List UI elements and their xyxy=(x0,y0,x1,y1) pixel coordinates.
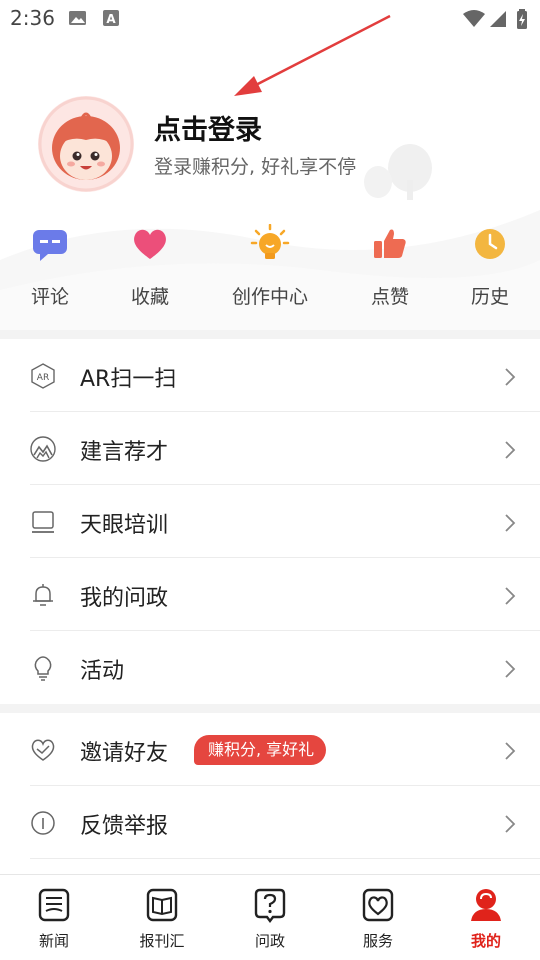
chevron-right-icon xyxy=(505,441,516,459)
svg-text:A: A xyxy=(106,12,116,26)
laptop-icon xyxy=(32,511,54,533)
quick-action-label: 点赞 xyxy=(370,286,409,308)
book-icon xyxy=(146,888,178,922)
quick-action-label: 创作中心 xyxy=(231,286,308,308)
service-heart-icon xyxy=(362,888,394,922)
a-icon: A xyxy=(103,10,119,26)
bulb-outline-icon xyxy=(34,656,52,681)
nav-item-inquiry[interactable]: 问政 xyxy=(216,875,324,960)
chevron-right-icon xyxy=(505,587,516,605)
menu-item-label: 建言荐才 xyxy=(80,440,169,465)
signal-icon xyxy=(490,11,506,27)
nav-item-news[interactable]: 新闻 xyxy=(0,875,108,960)
thumbs-up-icon xyxy=(374,229,406,258)
news-icon xyxy=(38,888,70,922)
quick-actions: 评论 收藏 创作中心 点赞 历史 xyxy=(0,222,540,314)
quick-action-label: 历史 xyxy=(470,286,509,308)
nav-item-newspaper[interactable]: 报刊汇 xyxy=(108,875,216,960)
comment-icon xyxy=(33,230,67,261)
section-divider xyxy=(0,330,540,339)
info-icon xyxy=(31,811,55,835)
login-title[interactable]: 点击登录 xyxy=(154,108,262,147)
clock-icon xyxy=(475,229,505,259)
image-icon xyxy=(69,11,86,25)
quick-action-label: 收藏 xyxy=(130,286,169,308)
chevron-right-icon xyxy=(505,660,516,678)
chevron-right-icon xyxy=(505,514,516,532)
nav-label: 服务 xyxy=(362,932,393,950)
battery-icon xyxy=(517,9,527,29)
avatar[interactable] xyxy=(38,96,134,192)
question-icon xyxy=(254,888,286,923)
quick-action-like[interactable]: 点赞 xyxy=(340,222,440,314)
nav-label: 问政 xyxy=(254,932,285,950)
lightbulb-icon xyxy=(250,224,290,259)
menu-item-my-inquiry[interactable]: 我的问政 xyxy=(0,558,540,631)
menu-item-suggestion[interactable]: 建言荐才 xyxy=(0,412,540,485)
menu-item-label: 我的问政 xyxy=(80,586,169,611)
invite-badge: 赚积分, 享好礼 xyxy=(194,735,327,765)
menu-item-label: AR扫一扫 xyxy=(80,367,177,392)
menu-item-label: 反馈举报 xyxy=(80,814,169,839)
row-divider xyxy=(30,858,540,859)
menu-item-invite-friends[interactable]: 邀请好友 赚积分, 享好礼 xyxy=(0,713,540,786)
menu-item-feedback[interactable]: 反馈举报 xyxy=(0,786,540,859)
bottom-nav: 新闻 报刊汇 问政 服务 我的 xyxy=(0,874,540,960)
menu-item-label: 活动 xyxy=(80,659,125,684)
chevron-right-icon xyxy=(505,742,516,760)
menu-item-training[interactable]: 天眼培训 xyxy=(0,485,540,558)
status-time: 2:36 xyxy=(10,6,55,30)
quick-action-label: 评论 xyxy=(30,286,69,308)
nav-label: 我的 xyxy=(470,932,501,950)
wifi-icon xyxy=(463,10,485,27)
quick-action-creation[interactable]: 创作中心 xyxy=(220,222,320,314)
menu-item-ar-scan[interactable]: AR AR扫一扫 xyxy=(0,339,540,412)
nav-label: 报刊汇 xyxy=(139,932,185,950)
nav-item-mine[interactable]: 我的 xyxy=(432,875,540,960)
menu-item-label: 邀请好友 xyxy=(80,741,169,766)
heart-icon xyxy=(134,229,166,259)
menu-item-label: 天眼培训 xyxy=(80,513,169,538)
nav-item-service[interactable]: 服务 xyxy=(324,875,432,960)
nav-label: 新闻 xyxy=(38,932,69,950)
quick-action-history[interactable]: 历史 xyxy=(440,222,540,314)
mountain-icon xyxy=(30,436,56,462)
login-subtitle: 登录赚积分, 好礼享不停 xyxy=(154,156,357,178)
girl-avatar-icon xyxy=(38,96,134,192)
ar-icon: AR xyxy=(31,363,55,389)
chevron-right-icon xyxy=(505,368,516,386)
menu-item-activity[interactable]: 活动 xyxy=(0,631,540,704)
svg-text:AR: AR xyxy=(37,373,49,383)
bell-icon xyxy=(33,584,53,606)
handshake-icon xyxy=(31,739,55,761)
quick-action-favorite[interactable]: 收藏 xyxy=(100,222,200,314)
pointer-arrow xyxy=(234,14,391,96)
user-icon xyxy=(471,889,501,921)
quick-action-comment[interactable]: 评论 xyxy=(0,222,100,314)
chevron-right-icon xyxy=(505,815,516,833)
section-divider xyxy=(0,704,540,713)
